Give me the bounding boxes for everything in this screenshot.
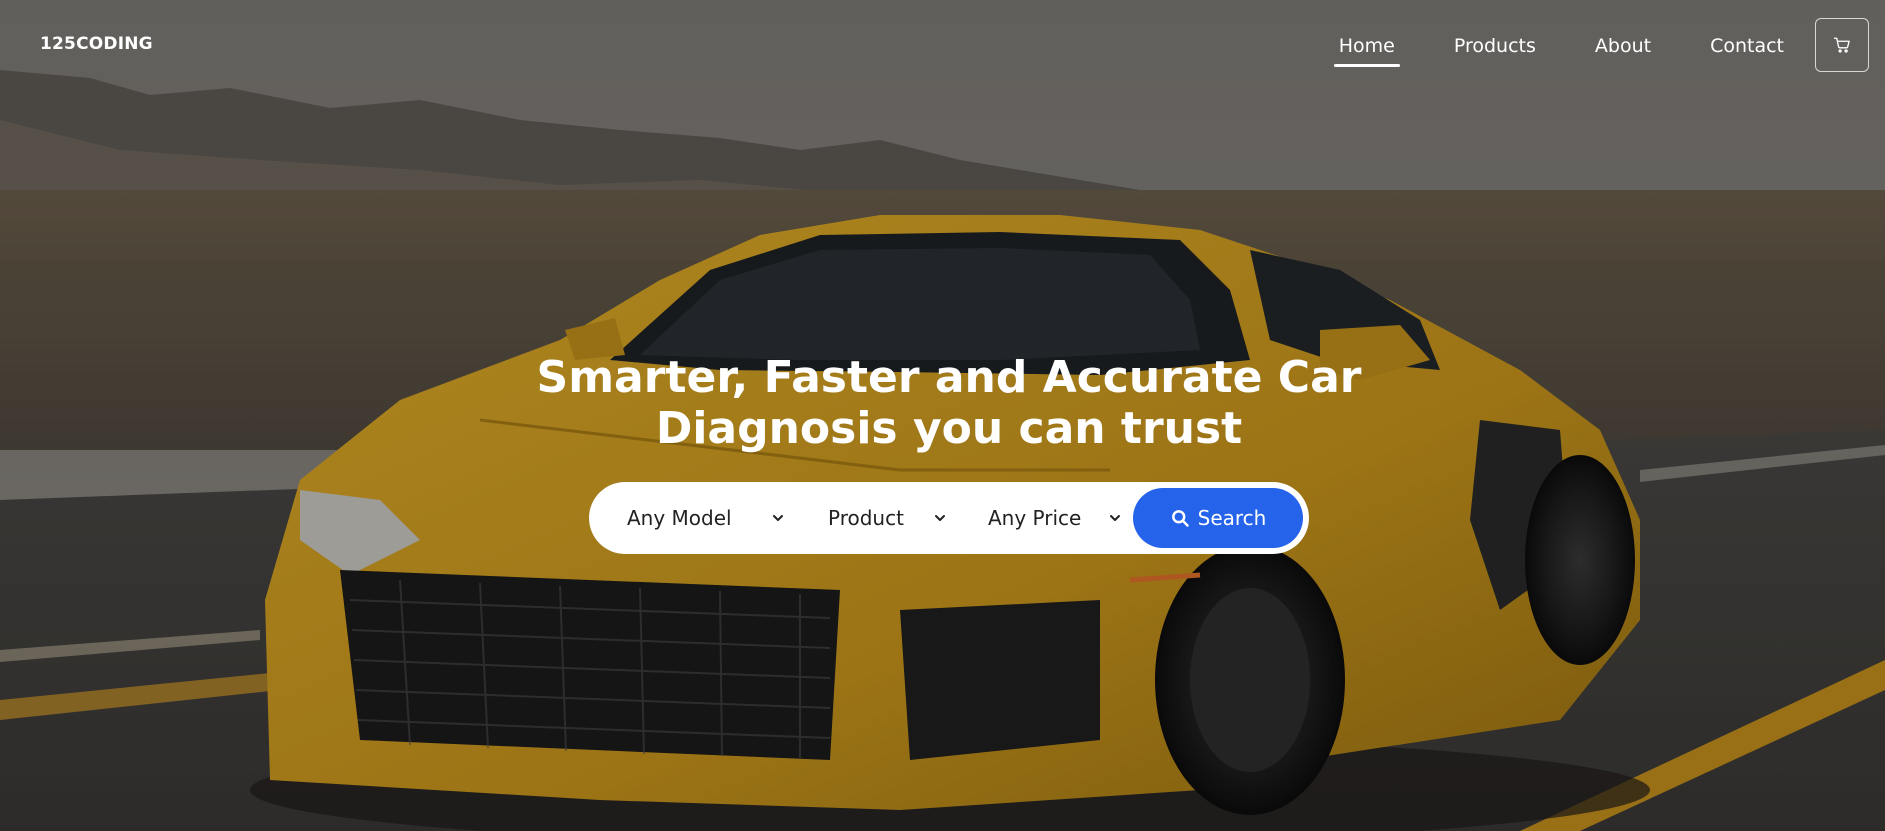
hero-section: 125CODING Home Products About Contact Sm… [0, 0, 1885, 831]
model-select-value: Any Model [627, 506, 732, 530]
search-button[interactable]: Search [1133, 488, 1303, 548]
model-select[interactable]: Any Model [627, 482, 783, 554]
nav-item-contact[interactable]: Contact [1705, 32, 1789, 67]
price-select[interactable]: Any Price [988, 482, 1120, 554]
hero-headline-line1: Smarter, Faster and Accurate Car [536, 352, 1362, 403]
nav-item-home[interactable]: Home [1333, 32, 1400, 67]
hero-headline-line2: Diagnosis you can trust [655, 403, 1243, 454]
nav-item-products[interactable]: Products [1449, 32, 1541, 67]
chevron-down-icon [935, 515, 945, 521]
search-button-label: Search [1197, 506, 1267, 530]
price-select-value: Any Price [988, 506, 1082, 530]
brand-logo[interactable]: 125CODING [40, 34, 153, 54]
nav-links: Home Products About Contact [1285, 32, 1789, 67]
product-select-value: Product [828, 506, 904, 530]
top-navbar: 125CODING Home Products About Contact [0, 0, 1885, 92]
hero-headline: Smarter, Faster and Accurate Car Diagnos… [0, 352, 1885, 454]
nav-item-about[interactable]: About [1590, 32, 1656, 67]
chevron-down-icon [773, 515, 783, 521]
cart-icon [1833, 37, 1850, 53]
cart-button[interactable] [1815, 18, 1869, 72]
chevron-down-icon [1110, 515, 1120, 521]
product-select[interactable]: Product [828, 482, 945, 554]
search-icon [1171, 510, 1189, 527]
search-bar: Any Model Product Any Price Search [589, 482, 1309, 554]
